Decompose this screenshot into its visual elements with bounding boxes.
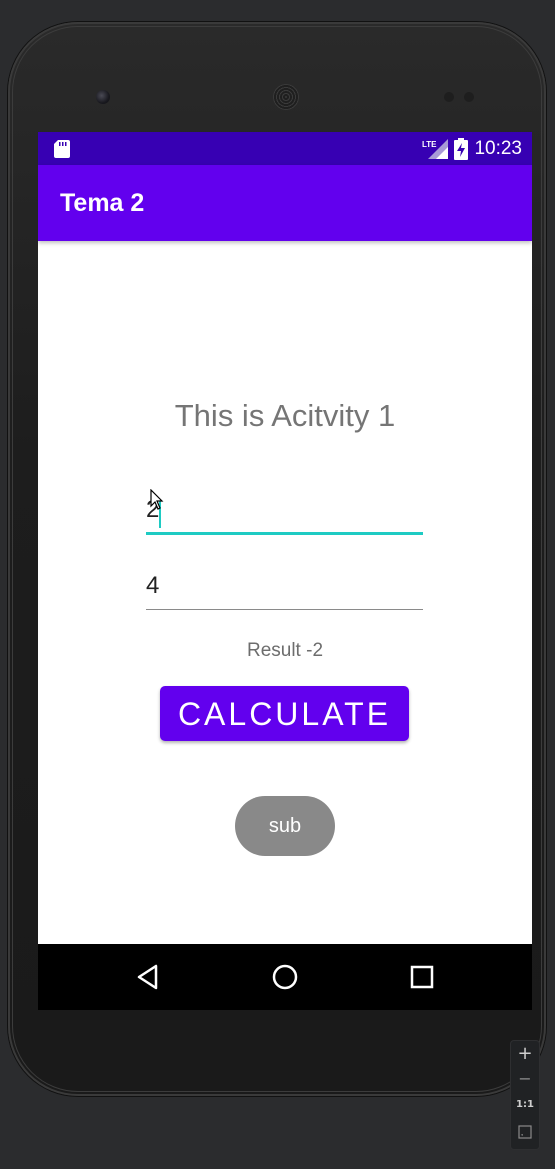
mouse-pointer-icon — [150, 489, 164, 510]
sub-button[interactable]: sub — [235, 796, 335, 856]
emulator-device-frame: LTE 10:23 Tema 2 This is Acitvity 1 2 4 … — [8, 22, 546, 1096]
clock: 10:23 — [474, 138, 522, 159]
zoom-in-button[interactable]: + — [511, 1043, 539, 1064]
battery-charging-icon — [454, 138, 469, 160]
status-icons: LTE 10:23 — [422, 138, 522, 160]
signal-icon: LTE — [422, 139, 449, 159]
home-icon[interactable] — [270, 962, 300, 992]
light-sensor — [464, 92, 474, 102]
sd-card-icon — [54, 140, 70, 158]
device-screen: LTE 10:23 Tema 2 This is Acitvity 1 2 4 … — [38, 132, 532, 1010]
network-type-label: LTE — [422, 140, 437, 149]
earpiece-speaker — [273, 84, 299, 110]
status-bar: LTE 10:23 — [38, 132, 532, 165]
number-input-1[interactable]: 2 — [146, 494, 423, 535]
result-text: Result -2 — [246, 640, 324, 661]
recents-icon[interactable] — [407, 962, 437, 992]
emulator-zoom-controls: + − 1:1 — [510, 1040, 540, 1150]
fit-screen-icon[interactable] — [518, 1125, 532, 1139]
calculate-button[interactable]: CALCULATE — [160, 686, 409, 741]
activity-heading: This is Acitvity 1 — [174, 398, 396, 433]
number-input-2-value: 4 — [146, 572, 160, 599]
front-camera — [96, 90, 110, 104]
navigation-bar — [38, 944, 532, 1010]
back-icon[interactable] — [134, 962, 164, 992]
number-input-2[interactable]: 4 — [146, 570, 423, 610]
zoom-out-button[interactable]: − — [511, 1069, 539, 1088]
app-title: Tema 2 — [60, 189, 145, 217]
proximity-sensor — [444, 92, 454, 102]
actual-size-button[interactable]: 1:1 — [511, 1099, 539, 1110]
app-bar: Tema 2 — [38, 165, 532, 241]
input-2-underline — [146, 609, 423, 610]
input-1-underline — [146, 532, 423, 535]
